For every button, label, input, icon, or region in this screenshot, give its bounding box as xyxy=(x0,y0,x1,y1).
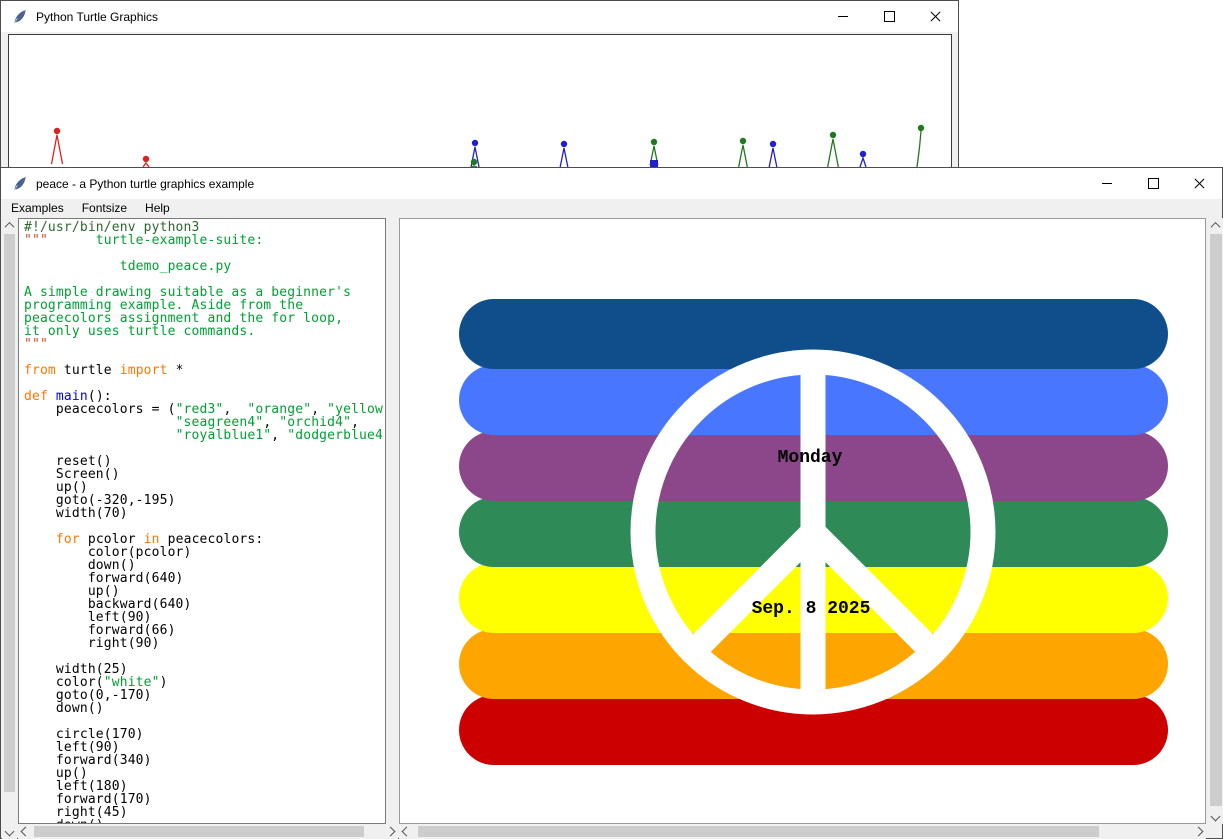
code-hscroll-thumb[interactable] xyxy=(34,826,364,837)
code-vscrollbar[interactable] xyxy=(2,218,17,839)
tk-feather-icon xyxy=(12,9,28,25)
code-line: tdemo_peace.py xyxy=(24,260,385,273)
canvas-vscroll-thumb[interactable] xyxy=(1210,234,1222,806)
peace-canvas: Monday Sep. 8 2025 xyxy=(399,218,1206,824)
desktop: Python Turtle Graphics peace - a Python … xyxy=(0,0,1223,839)
code-hscrollbar[interactable] xyxy=(18,824,398,839)
peace-minimize-button[interactable] xyxy=(1084,168,1130,199)
turtle-minimize-button[interactable] xyxy=(820,1,866,32)
peace-close-button[interactable] xyxy=(1176,168,1222,199)
code-line: down() xyxy=(24,702,385,715)
code-scroll-down-icon[interactable] xyxy=(2,824,17,839)
maximize-icon xyxy=(884,11,895,22)
code-line: right(90) xyxy=(24,637,385,650)
code-line: it only uses turtle commands. xyxy=(24,325,385,338)
code-scroll-up-icon[interactable] xyxy=(2,218,17,233)
canvas-scroll-left-icon[interactable] xyxy=(399,824,414,839)
peace-maximize-button[interactable] xyxy=(1130,168,1176,199)
canvas-hscrollbar[interactable] xyxy=(399,824,1206,839)
peace-example-window: peace - a Python turtle graphics example… xyxy=(0,167,1223,839)
menu-examples[interactable]: Examples xyxy=(2,199,73,217)
code-line: "royalblue1", "dodgerblue4") xyxy=(24,429,385,442)
code-vscroll-thumb[interactable] xyxy=(4,234,15,792)
code-scroll-right-icon[interactable] xyxy=(383,824,398,839)
canvas-scroll-down-icon[interactable] xyxy=(1208,809,1223,824)
code-editor[interactable]: #!/usr/bin/env python3""" turtle-example… xyxy=(18,218,386,824)
menu-fontsize[interactable]: Fontsize xyxy=(73,199,136,217)
code-line: from turtle import * xyxy=(24,364,385,377)
date-text: Sep. 8 2025 xyxy=(701,599,921,619)
menu-help[interactable]: Help xyxy=(136,199,179,217)
peace-window-title: peace - a Python turtle graphics example xyxy=(36,177,254,191)
close-icon xyxy=(1194,178,1205,189)
canvas-hscroll-thumb[interactable] xyxy=(418,826,1099,837)
peace-main-area: #!/usr/bin/env python3""" turtle-example… xyxy=(2,217,1221,837)
close-icon xyxy=(930,11,941,22)
turtle-maximize-button[interactable] xyxy=(866,1,912,32)
tk-feather-icon xyxy=(12,176,28,192)
minimize-icon xyxy=(1102,183,1112,184)
code-scroll-left-icon[interactable] xyxy=(18,824,33,839)
code-line: """ turtle-example-suite: xyxy=(24,234,385,247)
peace-titlebar[interactable]: peace - a Python turtle graphics example xyxy=(1,168,1222,199)
minimize-icon xyxy=(838,16,848,17)
canvas-scroll-up-icon[interactable] xyxy=(1208,218,1223,233)
canvas-vscrollbar[interactable] xyxy=(1208,218,1223,824)
canvas-scroll-right-icon[interactable] xyxy=(1191,824,1206,839)
peace-symbol xyxy=(400,219,1205,823)
maximize-icon xyxy=(1148,178,1159,189)
turtle-window-title: Python Turtle Graphics xyxy=(36,10,158,24)
code-line: """ xyxy=(24,338,385,351)
weekday-text: Monday xyxy=(730,448,890,468)
menubar: Examples Fontsize Help xyxy=(2,199,1221,217)
code-line: width(70) xyxy=(24,507,385,520)
turtle-titlebar[interactable]: Python Turtle Graphics xyxy=(1,1,958,32)
turtle-close-button[interactable] xyxy=(912,1,958,32)
